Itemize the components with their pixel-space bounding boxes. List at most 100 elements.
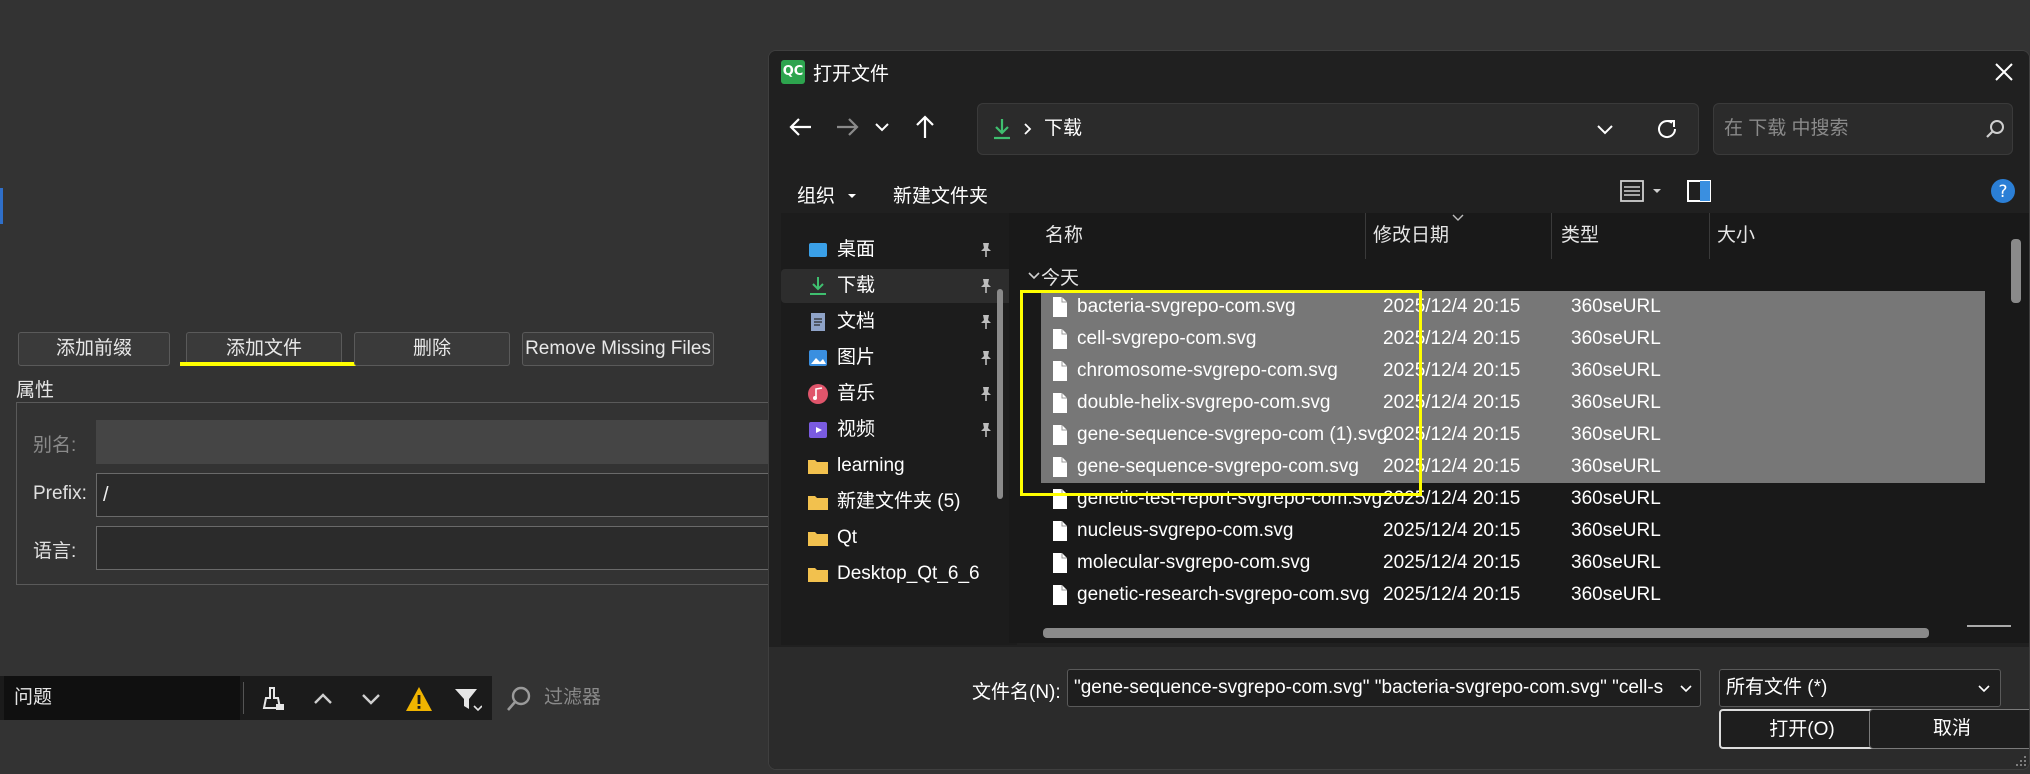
file-row[interactable]: molecular-svgrepo-com.svg 2025/12/4 20:15…	[1041, 547, 1985, 579]
sidebar-item-label: 文档	[837, 311, 876, 332]
desktop-icon	[809, 243, 827, 257]
column-divider[interactable]	[1551, 213, 1552, 259]
chevron-down-icon[interactable]	[356, 684, 386, 714]
filter-field[interactable]	[492, 676, 780, 720]
remove-missing-files-button[interactable]: Remove Missing Files	[522, 332, 714, 366]
filename-dropdown-icon[interactable]	[1678, 681, 1694, 697]
dialog-titlebar: QC 打开文件	[769, 51, 2029, 91]
file-type-value: 所有文件 (*)	[1726, 677, 1828, 698]
language-label: 语言:	[33, 541, 77, 562]
organize-menu[interactable]: 组织	[797, 181, 858, 208]
address-bar[interactable]: 下载	[977, 103, 1699, 155]
navigation-pane: 桌面 下载文档图片 音乐视频 learning 新建文件夹 (5) Qt Desktop_Q…	[781, 213, 1017, 658]
clear-icon[interactable]	[258, 684, 288, 714]
breadcrumb-separator-icon	[1024, 123, 1032, 135]
toolbar-divider	[243, 682, 244, 714]
open-button[interactable]: 打开(O)	[1719, 709, 1885, 749]
close-icon[interactable]	[1989, 57, 2019, 87]
file-type: 360seURL	[1571, 360, 1661, 381]
add-files-button[interactable]: 添加文件	[186, 332, 342, 366]
pin-icon[interactable]	[977, 421, 995, 439]
file-type: 360seURL	[1571, 456, 1661, 477]
file-type: 360seURL	[1571, 552, 1661, 573]
column-header-date[interactable]: 修改日期	[1373, 213, 1449, 259]
sidebar-item[interactable]: learning	[781, 449, 1017, 483]
sidebar-item[interactable]: Desktop_Qt_6_6	[781, 557, 1017, 591]
issues-pane-selector[interactable]: 问题	[4, 676, 240, 720]
issues-toolbar: 问题 过滤器	[0, 676, 780, 720]
prefix-field[interactable]: /	[96, 473, 776, 517]
sidebar-item[interactable]: 视频	[781, 413, 1017, 447]
file-date: 2025/12/4 20:15	[1383, 584, 1521, 605]
file-row[interactable]: nucleus-svgrepo-com.svg 2025/12/4 20:15 36…	[1041, 515, 1985, 547]
column-divider[interactable]	[1365, 213, 1366, 259]
file-type: 360seURL	[1571, 328, 1661, 349]
editor-edge-marker	[0, 188, 3, 224]
sidebar-item[interactable]: 新建文件夹 (5)	[781, 485, 1017, 519]
sidebar-item[interactable]: 图片	[781, 341, 1017, 375]
alias-field	[96, 420, 776, 464]
file-name: nucleus-svgrepo-com.svg	[1077, 520, 1294, 541]
chevron-up-icon[interactable]	[308, 684, 338, 714]
help-icon[interactable]: ?	[1989, 177, 2017, 205]
filename-input[interactable]: "gene-sequence-svgrepo-com.svg" "bacteri…	[1067, 669, 1701, 707]
breadcrumb-downloads[interactable]: 下载	[1044, 104, 1082, 154]
resize-grip-icon[interactable]	[2013, 753, 2027, 767]
back-arrow-icon[interactable]	[781, 107, 821, 147]
refresh-icon[interactable]	[1654, 116, 1680, 142]
language-field[interactable]	[96, 526, 776, 570]
vertical-scrollbar[interactable]	[2011, 239, 2021, 303]
video-icon	[809, 422, 827, 438]
filename-value: "gene-sequence-svgrepo-com.svg" "bacteri…	[1074, 677, 1664, 698]
up-arrow-icon[interactable]	[905, 107, 945, 147]
nav-scrollbar[interactable]	[997, 289, 1003, 499]
filter-icon[interactable]	[452, 684, 482, 714]
file-type: 360seURL	[1571, 392, 1661, 413]
column-header-size[interactable]: 大小	[1717, 213, 1755, 259]
group-collapse-icon[interactable]	[1027, 269, 1041, 283]
new-folder-button[interactable]: 新建文件夹	[893, 181, 988, 208]
pin-icon[interactable]	[977, 241, 995, 259]
sidebar-item[interactable]: 音乐	[781, 377, 1017, 411]
download-folder-icon	[994, 119, 1010, 140]
forward-arrow-icon[interactable]	[827, 107, 867, 147]
scrollbar-track-end	[1967, 625, 2011, 627]
column-header-name[interactable]: 名称	[1045, 213, 1083, 259]
file-type: 360seURL	[1571, 424, 1661, 445]
recent-locations-chevron-icon[interactable]	[867, 107, 897, 147]
sidebar-item[interactable]: 桌面	[781, 233, 1017, 267]
search-icon[interactable]	[1984, 118, 2006, 140]
search-placeholder: 在 下载 中搜索	[1724, 118, 1849, 139]
preview-pane-icon[interactable]	[1685, 177, 1713, 205]
file-name: genetic-research-svgrepo-com.svg	[1077, 584, 1370, 605]
warning-icon[interactable]	[404, 684, 434, 714]
sidebar-item-label: 视频	[837, 419, 876, 440]
sidebar-item[interactable]: 下载	[781, 269, 1017, 303]
file-row[interactable]: genetic-research-svgrepo-com.svg 2025/12/…	[1041, 579, 1985, 611]
column-header-type[interactable]: 类型	[1561, 213, 1599, 259]
sidebar-item[interactable]: 文档	[781, 305, 1017, 339]
pin-icon[interactable]	[977, 313, 995, 331]
file-icon	[1053, 553, 1067, 573]
column-divider[interactable]	[1709, 213, 1710, 259]
file-type: 360seURL	[1571, 520, 1661, 541]
address-dropdown-icon[interactable]	[1594, 118, 1616, 140]
cancel-button[interactable]: 取消	[1869, 709, 2029, 749]
search-box[interactable]: 在 下载 中搜索	[1713, 103, 2013, 155]
remove-button[interactable]: 删除	[354, 332, 510, 366]
horizontal-scrollbar[interactable]	[1043, 628, 1929, 638]
view-options-icon[interactable]	[1619, 177, 1667, 205]
file-type-select[interactable]: 所有文件 (*)	[1719, 669, 2001, 707]
pin-icon[interactable]	[977, 277, 995, 295]
organize-dropdown-icon	[848, 194, 857, 198]
organize-label: 组织	[797, 186, 836, 207]
pin-icon[interactable]	[977, 385, 995, 403]
file-name: molecular-svgrepo-com.svg	[1077, 552, 1311, 573]
sidebar-item[interactable]: Qt	[781, 521, 1017, 555]
properties-title: 属性	[16, 380, 55, 401]
file-icon	[1053, 521, 1067, 541]
pin-icon[interactable]	[977, 349, 995, 367]
add-prefix-button[interactable]: 添加前缀	[18, 332, 170, 366]
document-icon	[811, 313, 825, 331]
dialog-title: 打开文件	[813, 64, 890, 85]
